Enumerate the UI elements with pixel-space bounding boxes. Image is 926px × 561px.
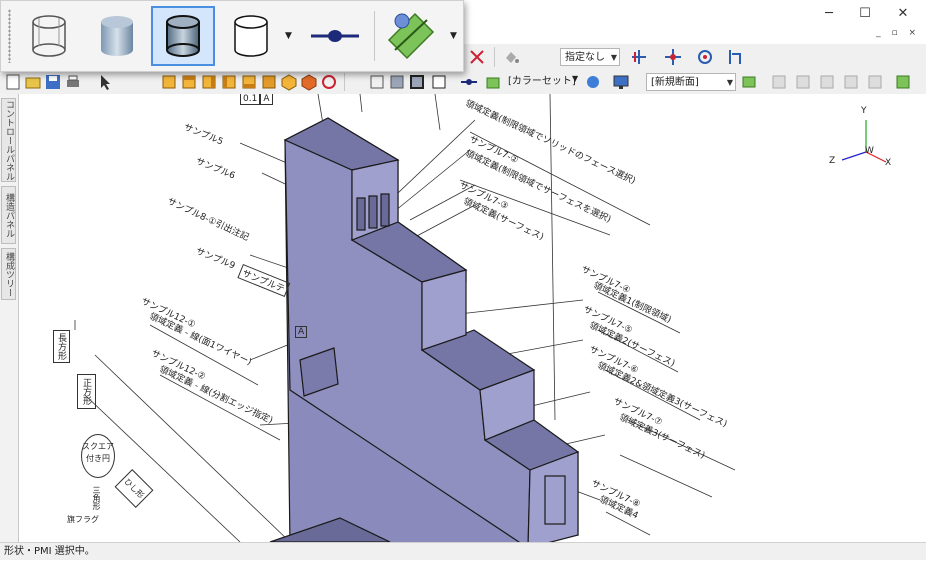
display-mode-wire-icon[interactable]	[368, 73, 386, 91]
line-point-button[interactable]	[303, 6, 367, 66]
refresh-view-icon[interactable]	[320, 73, 338, 91]
toolbar-row-2: [カラーセット] ▼ [新規断面] ▼	[0, 70, 926, 95]
color-sphere-icon[interactable]	[584, 73, 602, 91]
view-right-icon[interactable]	[200, 73, 218, 91]
view-custom-icon[interactable]	[300, 73, 318, 91]
layer-filter-dropdown[interactable]: 指定なし ▼	[560, 48, 620, 66]
pmi-tool-6-icon[interactable]	[894, 73, 912, 91]
display-mode-shade-icon[interactable]	[388, 73, 406, 91]
section-edit-icon[interactable]	[740, 73, 758, 91]
section-plane-button[interactable]	[379, 6, 443, 66]
close-icon: ✕	[897, 5, 909, 21]
axis-x-label: X	[885, 158, 892, 168]
note-flag[interactable]: 旗フラグ	[67, 514, 99, 525]
save-file-icon[interactable]	[44, 73, 62, 91]
display-mode-edge-icon[interactable]	[408, 73, 426, 91]
wireframe-button[interactable]	[17, 6, 81, 66]
floating-display-toolbar: ▼ ▼	[0, 0, 464, 72]
note-square[interactable]: 正方形	[77, 374, 96, 409]
toolbar-separator	[344, 73, 345, 91]
chevron-down-icon[interactable]: ▼	[450, 31, 457, 41]
chevron-down-icon[interactable]: ▼	[572, 74, 578, 83]
view-top-icon[interactable]	[180, 73, 198, 91]
view-back-icon[interactable]	[260, 73, 278, 91]
hidden-line-cylinder-icon	[234, 15, 268, 57]
pmi-tool-1-icon[interactable]	[770, 73, 788, 91]
toolbar-row-1: 指定なし ▼	[464, 44, 926, 71]
maximize-icon: ☐	[859, 5, 871, 21]
shaded-edges-cylinder-icon	[166, 15, 200, 57]
mirror-icon[interactable]	[726, 48, 744, 66]
note-rectangle[interactable]: 長方形	[53, 330, 70, 363]
chevron-down-icon[interactable]: ▼	[285, 31, 292, 41]
3d-viewport[interactable]: 0.1 A サンプル5 サンプル6 サンプル8-①引出注記 サンプル9 サンプルテ…	[19, 94, 926, 542]
color-set-label[interactable]: [カラーセット]	[508, 74, 576, 90]
select-arrow-icon[interactable]	[96, 73, 114, 91]
line-with-point-icon	[311, 30, 359, 42]
toolbar-separator	[494, 47, 495, 67]
status-bar: 形状・PMI 選択中。	[0, 542, 926, 560]
layer-filter-value: 指定なし	[565, 52, 605, 63]
rotate-icon[interactable]	[696, 48, 714, 66]
toolbar-separator	[374, 11, 375, 61]
pmi-tool-2-icon[interactable]	[794, 73, 812, 91]
section-plane-small-icon[interactable]	[484, 73, 502, 91]
view-left-icon[interactable]	[220, 73, 238, 91]
tab-configuration-tree[interactable]: 構成ツリー	[1, 248, 16, 300]
chevron-down-icon: ▼	[610, 53, 617, 62]
view-iso-icon[interactable]	[280, 73, 298, 91]
open-file-icon[interactable]	[24, 73, 42, 91]
note-circle-square[interactable]: スクエア付き円	[81, 434, 115, 478]
section-view-dropdown[interactable]: [新規断面] ▼	[646, 73, 736, 91]
move-icon[interactable]	[664, 48, 682, 66]
view-front-icon[interactable]	[160, 73, 178, 91]
gdt-frame: 0.1 A	[240, 94, 273, 105]
view-bottom-icon[interactable]	[240, 73, 258, 91]
pmi-tool-3-icon[interactable]	[818, 73, 836, 91]
tab-control-panel[interactable]: コントロールパネル	[1, 98, 16, 182]
section-view-value: [新規断面]	[651, 77, 699, 88]
mdi-window-buttons[interactable]: _ ▫ ×	[876, 28, 920, 38]
pmi-tool-4-icon[interactable]	[842, 73, 860, 91]
pmi-tool-5-icon[interactable]	[866, 73, 884, 91]
monitor-icon[interactable]	[612, 73, 630, 91]
axis-z-label: Z	[829, 156, 836, 166]
shaded-button[interactable]	[85, 6, 149, 66]
line-point-small-icon[interactable]	[460, 73, 478, 91]
shaded-with-edges-button[interactable]	[151, 6, 215, 66]
chevron-down-icon: ▼	[726, 78, 733, 87]
tab-structure-panel[interactable]: 構造パネル	[1, 186, 16, 244]
print-icon[interactable]	[64, 73, 82, 91]
drag-handle[interactable]	[8, 9, 11, 63]
spread-arrows-icon[interactable]	[630, 48, 648, 66]
display-mode-hidden-icon[interactable]	[430, 73, 448, 91]
wireframe-cylinder-icon	[32, 15, 66, 57]
left-panel-tabs: コントロールパネル 構造パネル 構成ツリー	[0, 94, 19, 542]
paint-bucket-icon[interactable]	[502, 48, 520, 66]
new-file-icon[interactable]	[4, 73, 22, 91]
close-button[interactable]: ✕	[880, 0, 926, 26]
note-triangle[interactable]: 三角形	[91, 486, 102, 510]
section-plane-icon	[387, 12, 435, 60]
hidden-line-button[interactable]	[219, 6, 283, 66]
status-text: 形状・PMI 選択中。	[4, 546, 95, 557]
minimize-icon: ─	[825, 5, 833, 21]
cut-icon[interactable]	[468, 48, 486, 66]
datum-label: A	[295, 326, 308, 338]
axis-y-label: Y	[861, 106, 867, 116]
axis-w-label: W	[865, 146, 874, 156]
shaded-cylinder-icon	[101, 16, 133, 56]
